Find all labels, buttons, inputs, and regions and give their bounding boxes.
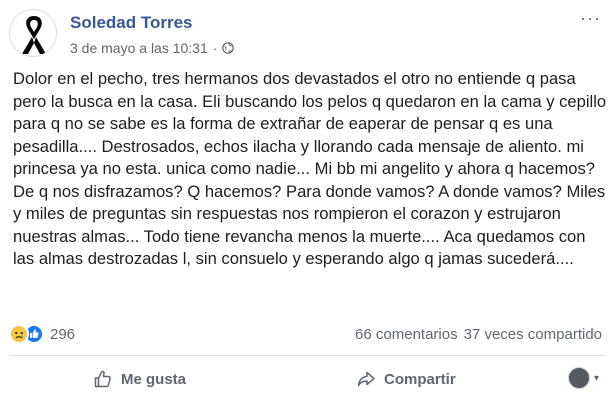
- comments-count[interactable]: 66 comentarios: [355, 326, 458, 343]
- globe-icon[interactable]: [222, 42, 235, 54]
- engagement-counts: 66 comentarios 37 veces compartido: [355, 326, 602, 343]
- author-name[interactable]: Soledad Torres: [70, 13, 193, 33]
- viewer-avatar: [567, 367, 590, 389]
- share-button-label: Compartir: [384, 370, 456, 388]
- post-timestamp[interactable]: 3 de mayo a las 10:31: [70, 40, 208, 56]
- thumbs-up-icon: [94, 370, 111, 388]
- reactions-summary[interactable]: 296: [9, 324, 75, 344]
- like-button-label: Me gusta: [121, 370, 187, 388]
- post-meta: 3 de mayo a las 10:31 ·: [70, 40, 235, 56]
- chevron-down-icon: ▾: [593, 372, 599, 384]
- react-as-selector[interactable]: ▾: [567, 367, 599, 389]
- share-button[interactable]: Compartir: [356, 369, 456, 389]
- more-icon: ···: [580, 8, 601, 28]
- post-stats: 296 66 comentarios 37 veces compartido: [0, 321, 613, 351]
- actions-divider: [9, 355, 604, 356]
- meta-separator: ·: [212, 40, 218, 56]
- post-actions: Me gusta Compartir ▾: [0, 363, 613, 403]
- sad-reaction-icon: [9, 324, 29, 344]
- shares-count[interactable]: 37 veces compartido: [464, 326, 602, 343]
- like-button[interactable]: Me gusta: [93, 369, 186, 389]
- more-options-button[interactable]: ···: [580, 8, 601, 29]
- post-header: Soledad Torres 3 de mayo a las 10:31 · ·…: [0, 0, 613, 66]
- reaction-count: 296: [50, 325, 76, 343]
- mourning-ribbon-icon: [22, 16, 46, 54]
- post-body: Dolor en el pecho, tres hermanos dos dev…: [13, 69, 607, 268]
- share-arrow-icon: [357, 371, 375, 387]
- author-avatar[interactable]: [9, 9, 57, 57]
